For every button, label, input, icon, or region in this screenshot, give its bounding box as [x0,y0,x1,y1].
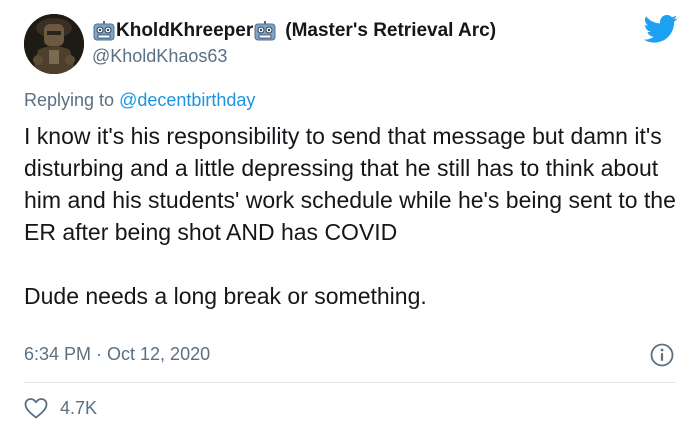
like-count: 4.7K [60,397,98,418]
robot-face-icon [254,21,276,41]
info-icon[interactable] [650,343,674,367]
reply-mention-link[interactable]: @decentbirthday [119,90,255,110]
display-name-suffix: (Master's Retrieval Arc) [285,20,497,41]
twitter-bird-icon[interactable] [644,14,678,44]
author-handle[interactable]: @KholdKhaos63 [92,46,496,67]
display-name[interactable]: KholdKhreeper [116,20,253,42]
tweet-timestamp[interactable]: 6:34 PM · Oct 12, 2020 [24,344,210,365]
tweet-text: I know it's his responsibility to send t… [24,120,680,312]
author-header: KholdKhreeper (Master's Retrieval Arc) @… [92,18,496,67]
avatar-image [24,14,84,74]
robot-face-icon [93,21,115,41]
reply-context: Replying to @decentbirthday [24,90,255,111]
heart-icon [24,398,48,419]
avatar[interactable] [24,14,84,74]
divider [24,382,676,383]
author-name-row[interactable]: KholdKhreeper (Master's Retrieval Arc) [92,18,496,44]
like-button[interactable]: 4.7K [24,397,97,419]
reply-prefix: Replying to [24,90,115,110]
tweet-paragraph: Dude needs a long break or something. [24,283,427,309]
tweet-paragraph: I know it's his responsibility to send t… [24,123,676,245]
